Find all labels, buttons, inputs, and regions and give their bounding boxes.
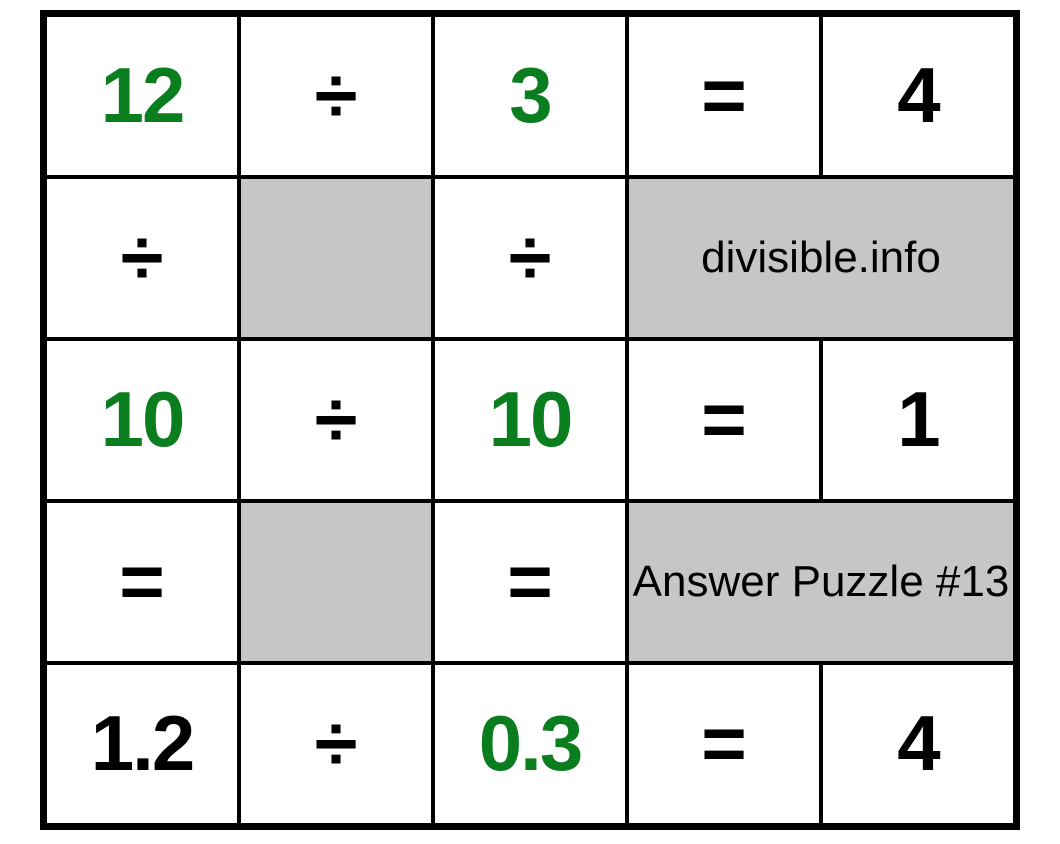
cell-r4c3: = bbox=[433, 501, 627, 663]
equals-icon: = bbox=[701, 377, 747, 463]
cell-r1c5: 4 bbox=[821, 15, 1015, 177]
cell-r1c4: = bbox=[627, 15, 821, 177]
puzzle-grid: 12 ÷ 3 = 4 ÷ ÷ divisible.info 10 ÷ 10 = … bbox=[40, 10, 1020, 830]
cell-r3c1: 10 bbox=[45, 339, 239, 501]
cell-r3c2: ÷ bbox=[239, 339, 433, 501]
cell-r5c2: ÷ bbox=[239, 663, 433, 825]
cell-r5c3: 0.3 bbox=[433, 663, 627, 825]
cell-r1c1: 12 bbox=[45, 15, 239, 177]
value: 0.3 bbox=[479, 701, 581, 787]
equals-icon: = bbox=[119, 539, 165, 625]
equals-icon: = bbox=[701, 701, 747, 787]
divide-icon: ÷ bbox=[315, 377, 358, 463]
cell-r3c3: 10 bbox=[433, 339, 627, 501]
cell-r5c1: 1.2 bbox=[45, 663, 239, 825]
puzzle-label-cell: Answer Puzzle #13 bbox=[627, 501, 1015, 663]
equals-icon: = bbox=[701, 53, 747, 139]
cell-r1c3: 3 bbox=[433, 15, 627, 177]
value: 10 bbox=[101, 377, 184, 463]
cell-r5c4: = bbox=[627, 663, 821, 825]
value: 4 bbox=[897, 53, 938, 139]
cell-r5c5: 4 bbox=[821, 663, 1015, 825]
cell-r3c4: = bbox=[627, 339, 821, 501]
site-label-cell: divisible.info bbox=[627, 177, 1015, 339]
cell-r2c2-blank bbox=[239, 177, 433, 339]
cell-r2c3: ÷ bbox=[433, 177, 627, 339]
value: 4 bbox=[897, 701, 938, 787]
cell-r1c2: ÷ bbox=[239, 15, 433, 177]
divide-icon: ÷ bbox=[315, 53, 358, 139]
value: 3 bbox=[509, 53, 550, 139]
cell-r3c5: 1 bbox=[821, 339, 1015, 501]
value: 1.2 bbox=[91, 701, 193, 787]
site-label: divisible.info bbox=[701, 234, 941, 282]
divide-icon: ÷ bbox=[315, 701, 358, 787]
value: 10 bbox=[489, 377, 572, 463]
cell-r2c1: ÷ bbox=[45, 177, 239, 339]
value: 12 bbox=[101, 53, 184, 139]
cell-r4c2-blank bbox=[239, 501, 433, 663]
equals-icon: = bbox=[507, 539, 553, 625]
value: 1 bbox=[897, 377, 938, 463]
divide-icon: ÷ bbox=[509, 215, 552, 301]
puzzle-label: Answer Puzzle #13 bbox=[633, 558, 1010, 606]
divide-icon: ÷ bbox=[121, 215, 164, 301]
cell-r4c1: = bbox=[45, 501, 239, 663]
